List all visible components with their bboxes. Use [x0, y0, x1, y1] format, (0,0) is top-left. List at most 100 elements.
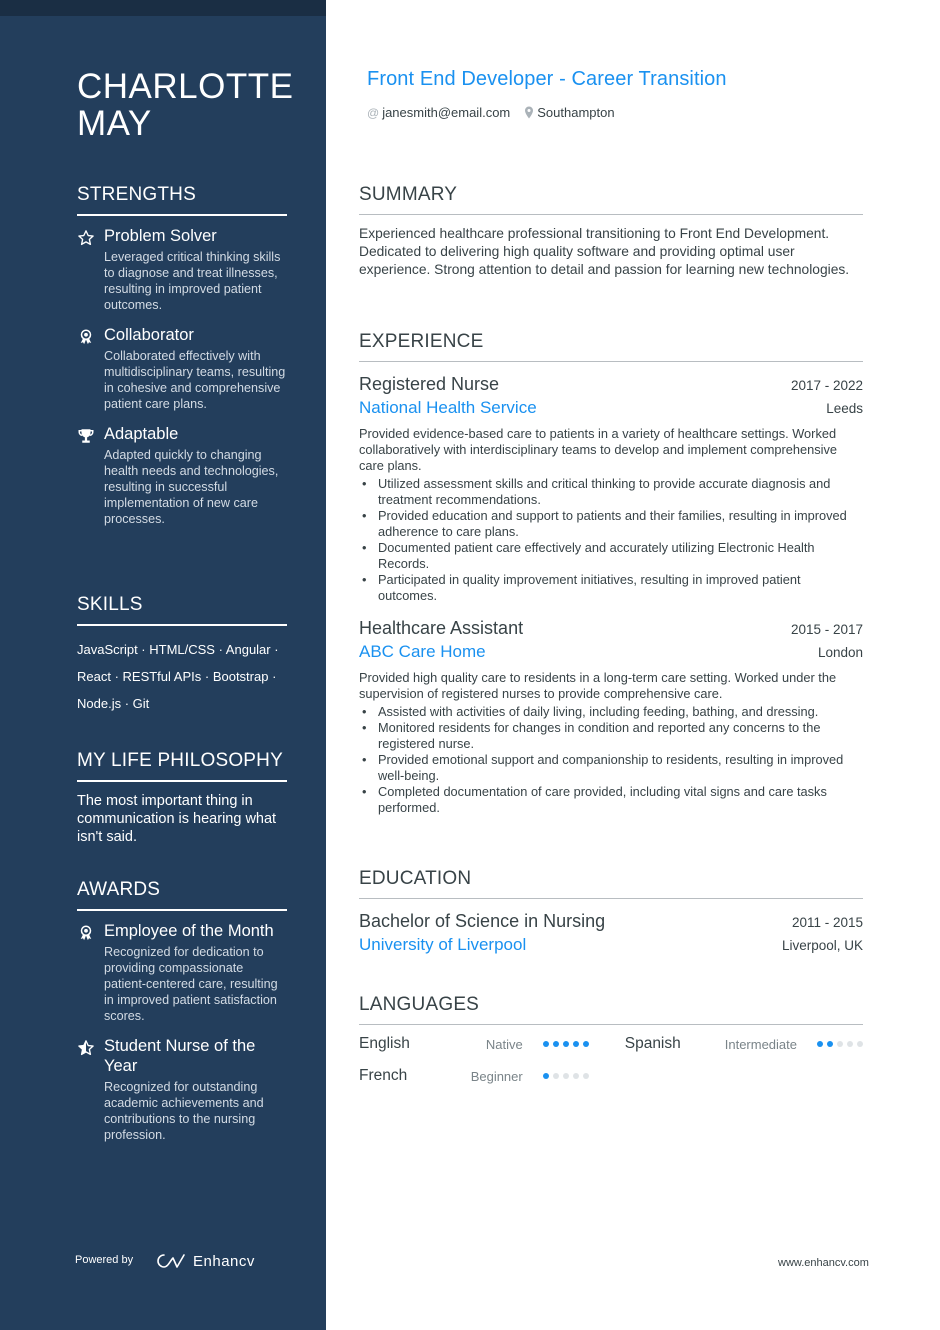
- rating-dot-filled: [552, 1041, 559, 1047]
- rating-dot-filled: [542, 1041, 549, 1047]
- education-location: Liverpool, UK: [781, 938, 863, 953]
- award-title: Student Nurse of the Year: [104, 1037, 256, 1075]
- job-dates: 2017 - 2022: [790, 378, 863, 393]
- enhancv-logo-icon: [157, 1254, 185, 1268]
- experience-section: EXPERIENCE Registered Nurse 2017 - 2022 …: [359, 331, 863, 828]
- strength-desc: Leveraged critical thinking skills to di…: [104, 250, 281, 312]
- language-level: Beginner: [470, 1068, 523, 1084]
- strength-title: Problem Solver: [104, 227, 217, 245]
- summary-text: Experienced healthcare professional tran…: [359, 226, 850, 277]
- star-outline-icon: [78, 230, 94, 246]
- job-bullets: Utilized assessment skills and critical …: [359, 476, 863, 604]
- skills-title: SKILLS: [77, 594, 287, 626]
- language-item: Spanish Intermediate: [625, 1035, 863, 1053]
- rating-dot-filled: [542, 1073, 549, 1079]
- philosophy-text: The most important thing in communicatio…: [77, 793, 277, 845]
- job-bullet: Participated in quality improvement init…: [359, 572, 863, 604]
- strength-title: Adaptable: [104, 425, 179, 443]
- job-bullet: Completed documentation of care provided…: [359, 784, 863, 816]
- education-title: EDUCATION: [359, 868, 863, 899]
- job-entry: Healthcare Assistant 2015 - 2017 ABC Car…: [359, 616, 863, 816]
- languages-title: LANGUAGES: [359, 994, 863, 1025]
- strengths-title: STRENGTHS: [77, 184, 287, 216]
- rating-dot-filled: [582, 1041, 589, 1047]
- job-title: Healthcare Assistant: [359, 618, 524, 638]
- trophy-icon: [78, 429, 94, 443]
- language-name: French: [359, 1067, 408, 1084]
- job-bullets: Assisted with activities of daily living…: [359, 704, 863, 816]
- awards-section: AWARDS Employee of the Month Recognized …: [77, 879, 287, 1155]
- job-description: Provided evidence-based care to patients…: [359, 426, 837, 473]
- language-item: English Native: [359, 1035, 589, 1053]
- location-text: Southampton: [537, 105, 615, 120]
- skills-section: SKILLS JavaScript · HTML/CSS · Angular ·…: [77, 594, 287, 717]
- awards-title: AWARDS: [77, 879, 287, 911]
- strength-item: Problem Solver Leveraged critical thinki…: [77, 226, 287, 313]
- footer-site-link[interactable]: www.enhancv.com: [778, 1257, 869, 1269]
- award-desc: Recognized for dedication to providing c…: [104, 945, 278, 1023]
- languages-section: LANGUAGES English Native Spanish Interme…: [359, 994, 863, 1085]
- languages-grid: English Native Spanish Intermediate Fren…: [359, 1035, 863, 1085]
- job-location: London: [817, 645, 863, 660]
- at-icon: @: [367, 105, 380, 120]
- summary-title: SUMMARY: [359, 184, 863, 215]
- language-name: Spanish: [624, 1035, 681, 1052]
- award-item: Student Nurse of the Year Recognized for…: [77, 1036, 287, 1143]
- language-rating: [817, 1041, 863, 1047]
- job-dates: 2015 - 2017: [790, 622, 863, 637]
- skills-line: JavaScript · HTML/CSS · Angular ·: [77, 642, 279, 657]
- contact-location: Southampton: [524, 105, 615, 120]
- enhancv-logo[interactable]: Enhancv: [155, 1252, 255, 1270]
- education-section: EDUCATION Bachelor of Science in Nursing…: [359, 868, 863, 969]
- headline: Front End Developer - Career Transition: [367, 68, 727, 90]
- name-first: CHARLOTTE: [77, 67, 294, 106]
- job-bullet: Utilized assessment skills and critical …: [359, 476, 863, 508]
- job-bullet: Provided education and support to patien…: [359, 508, 863, 540]
- rating-dot-empty: [562, 1073, 569, 1079]
- powered-by-label: Powered by: [75, 1254, 134, 1266]
- enhancv-brand: Enhancv: [193, 1252, 255, 1270]
- summary-section: SUMMARY Experienced healthcare professio…: [359, 184, 863, 279]
- email-text: janesmith@email.com: [382, 105, 511, 120]
- job-bullet: Assisted with activities of daily living…: [359, 704, 863, 720]
- language-rating: [542, 1041, 589, 1047]
- language-level: Intermediate: [724, 1036, 797, 1052]
- philosophy-section: MY LIFE PHILOSOPHY The most important th…: [77, 750, 287, 846]
- map-pin-icon: [525, 106, 534, 119]
- job-location: Leeds: [826, 401, 863, 416]
- rating-dot-empty: [857, 1041, 863, 1047]
- rating-dot-filled: [827, 1041, 833, 1047]
- job-bullet: Documented patient care effectively and …: [359, 540, 863, 572]
- skills-line: Node.js · Git: [77, 696, 150, 711]
- medal-icon: [80, 329, 92, 345]
- language-name: English: [359, 1035, 410, 1052]
- language-rating: [542, 1073, 589, 1079]
- rating-dot-empty: [552, 1073, 559, 1079]
- award-item: Employee of the Month Recognized for ded…: [77, 921, 287, 1024]
- job-title: Registered Nurse: [359, 374, 500, 394]
- job-company: National Health Service: [359, 398, 537, 417]
- contact-bar: @ janesmith@email.com Southampton: [367, 105, 615, 120]
- rating-dot-empty: [582, 1073, 589, 1079]
- job-bullet: Monitored residents for changes in condi…: [359, 720, 863, 752]
- degree: Bachelor of Science in Nursing: [359, 911, 606, 931]
- job-company: ABC Care Home: [359, 642, 486, 661]
- language-item: French Beginner: [359, 1067, 589, 1085]
- school: University of Liverpool: [359, 935, 527, 954]
- rating-dot-filled: [817, 1041, 823, 1047]
- rating-dot-empty: [572, 1073, 579, 1079]
- award-desc: Recognized for outstanding academic achi…: [104, 1080, 264, 1142]
- philosophy-title: MY LIFE PHILOSOPHY: [77, 750, 287, 782]
- experience-title: EXPERIENCE: [359, 331, 863, 362]
- strengths-section: STRENGTHS Problem Solver Leveraged criti…: [77, 184, 287, 539]
- contact-email[interactable]: @ janesmith@email.com: [367, 105, 510, 120]
- job-bullet: Provided emotional support and companion…: [359, 752, 863, 784]
- rating-dot-empty: [837, 1041, 843, 1047]
- strength-item: Adaptable Adapted quickly to changing he…: [77, 424, 287, 527]
- skills-line: React · RESTful APIs · Bootstrap ·: [77, 669, 277, 684]
- language-level: Native: [485, 1036, 523, 1052]
- education-entry: Bachelor of Science in Nursing 2011 - 20…: [359, 909, 863, 957]
- rating-dot-empty: [847, 1041, 853, 1047]
- strength-item: Collaborator Collaborated effectively wi…: [77, 325, 287, 412]
- rating-dot-filled: [562, 1041, 569, 1047]
